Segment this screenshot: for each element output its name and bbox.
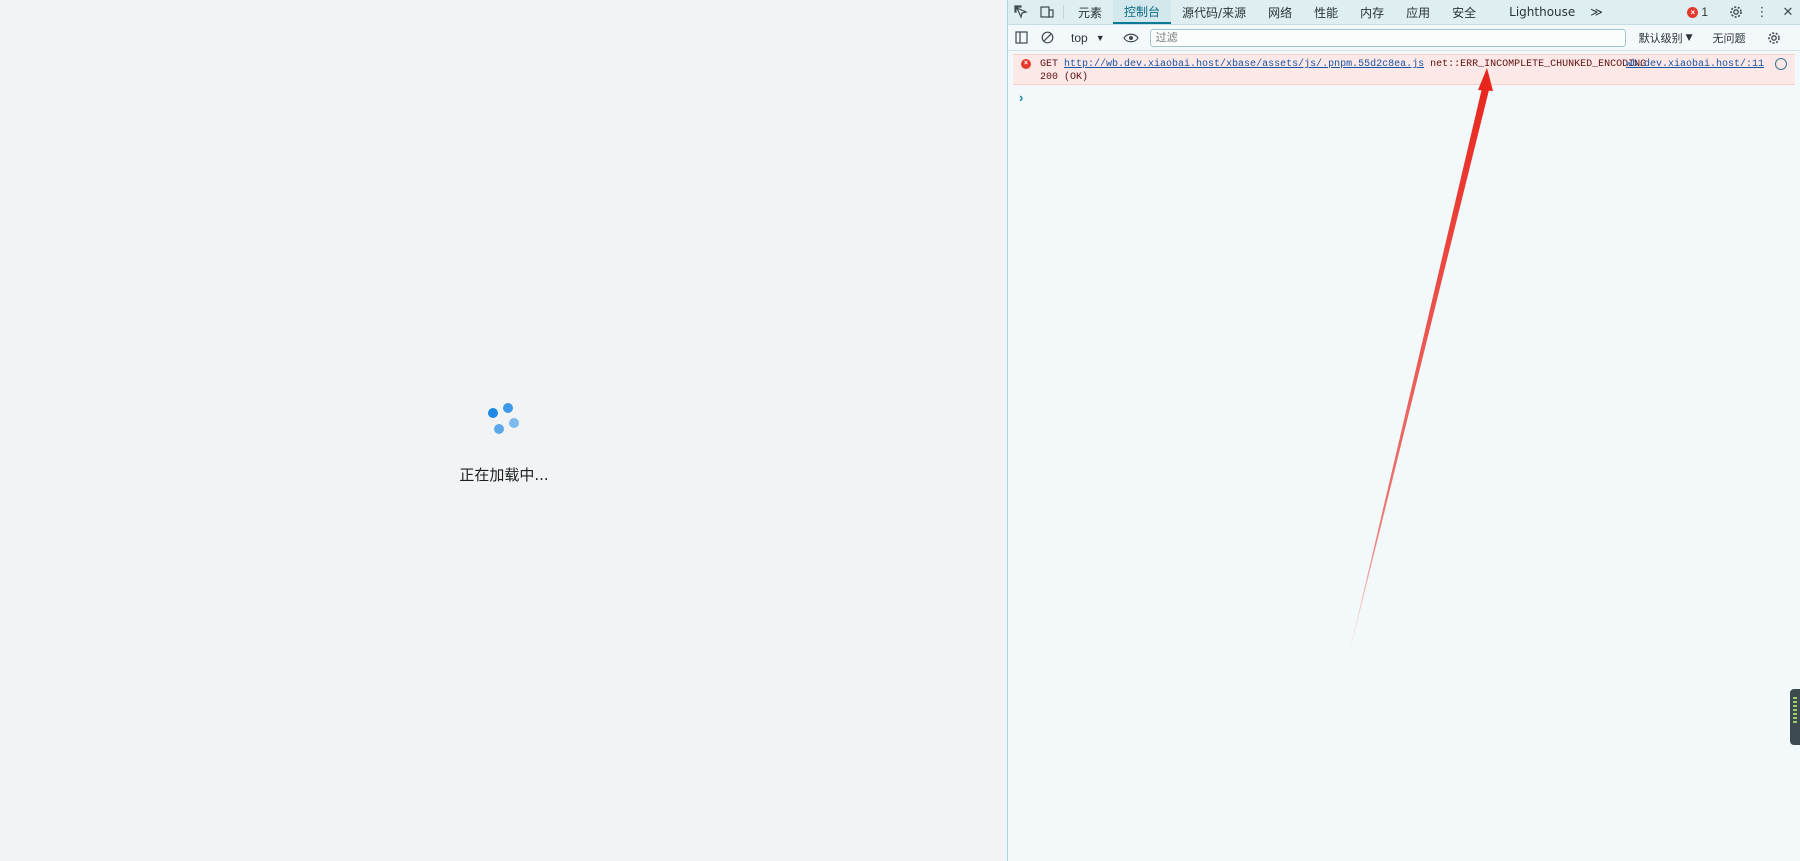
error-count-badge[interactable]: × 1 — [1679, 5, 1716, 19]
live-expression-eye-icon[interactable] — [1118, 25, 1144, 51]
divider — [1063, 5, 1064, 19]
handle-grip — [1793, 721, 1797, 723]
request-url-link[interactable]: http://wb.dev.xiaobai.host/xbase/assets/… — [1064, 59, 1424, 70]
tab-performance[interactable]: 性能 — [1303, 0, 1349, 24]
handle-grip — [1793, 717, 1797, 719]
tab-network[interactable]: 网络 — [1257, 0, 1303, 24]
devtools-tabbar: 元素 控制台 源代码/来源 网络 性能 内存 应用 安全 Lighthouse … — [1008, 0, 1800, 25]
devtools-panel: 元素 控制台 源代码/来源 网络 性能 内存 应用 安全 Lighthouse … — [1007, 0, 1800, 861]
handle-grip — [1793, 701, 1797, 703]
spinner-dot — [503, 403, 513, 413]
close-icon[interactable]: ✕ — [1775, 4, 1800, 20]
tab-console[interactable]: 控制台 — [1113, 0, 1172, 24]
error-message: net::ERR_INCOMPLETE_CHUNKED_ENCODING — [1430, 59, 1647, 70]
spinner-dot — [509, 418, 519, 428]
tab-lighthouse[interactable]: Lighthouse — [1487, 0, 1586, 24]
context-value: top — [1071, 30, 1088, 45]
error-icon: × — [1021, 59, 1031, 69]
loading-spinner — [484, 400, 524, 440]
more-options-icon[interactable]: ⋮ — [1749, 4, 1775, 20]
loading-text: 正在加载中... — [459, 466, 549, 484]
tabbar-right: × 1 ⋮ ✕ — [1679, 0, 1800, 24]
settings-icon[interactable] — [1723, 5, 1749, 19]
console-settings-icon[interactable] — [1761, 25, 1787, 51]
spinner-dot — [494, 424, 504, 434]
log-levels-dropdown[interactable]: 默认级别 ▼ — [1634, 30, 1698, 46]
filter-input[interactable] — [1149, 28, 1626, 47]
handle-grip — [1793, 697, 1797, 699]
console-error-message: × GET http://wb.dev.xiaobai.host/xbase/a… — [1013, 54, 1795, 85]
console-output: × GET http://wb.dev.xiaobai.host/xbase/a… — [1008, 52, 1800, 861]
page-content: 正在加载中... — [0, 0, 1007, 861]
handle-grip — [1793, 709, 1797, 711]
caret-down-icon: ▼ — [1685, 32, 1693, 43]
tab-application[interactable]: 应用 — [1395, 0, 1441, 24]
side-drawer-handle[interactable] — [1790, 689, 1800, 745]
context-selector[interactable]: top ▼ — [1067, 31, 1111, 45]
console-prompt-icon[interactable]: › — [1019, 90, 1023, 105]
device-toolbar-icon[interactable] — [1034, 0, 1060, 24]
network-globe-icon[interactable] — [1775, 58, 1787, 70]
sidebar-toggle-icon[interactable] — [1008, 25, 1034, 51]
issues-button[interactable]: 无问题 — [1705, 30, 1754, 46]
error-icon: × — [1687, 6, 1699, 18]
source-location-link[interactable]: wb.dev.xiaobai.host/:11 — [1626, 59, 1764, 70]
tab-elements[interactable]: 元素 — [1067, 0, 1113, 24]
tab-memory[interactable]: 内存 — [1349, 0, 1395, 24]
spinner-dot — [488, 408, 498, 418]
tab-security[interactable]: 安全 — [1441, 0, 1487, 24]
console-toolbar: top ▼ 默认级别 ▼ 无问题 — [1008, 25, 1800, 51]
inspect-element-icon[interactable] — [1008, 0, 1034, 24]
status-text: 200 (OK) — [1040, 72, 1089, 83]
log-levels-label: 默认级别 — [1638, 31, 1683, 45]
error-line: GET http://wb.dev.xiaobai.host/xbase/ass… — [1040, 59, 1646, 70]
caret-down-icon: ▼ — [1095, 32, 1105, 43]
clear-console-icon[interactable] — [1034, 25, 1060, 51]
tab-sources[interactable]: 源代码/来源 — [1171, 0, 1257, 24]
error-count: 1 — [1701, 5, 1708, 19]
handle-grip — [1793, 705, 1797, 707]
handle-grip — [1793, 713, 1797, 715]
more-tabs-icon[interactable]: ≫ — [1586, 0, 1607, 24]
request-method: GET — [1040, 59, 1059, 70]
